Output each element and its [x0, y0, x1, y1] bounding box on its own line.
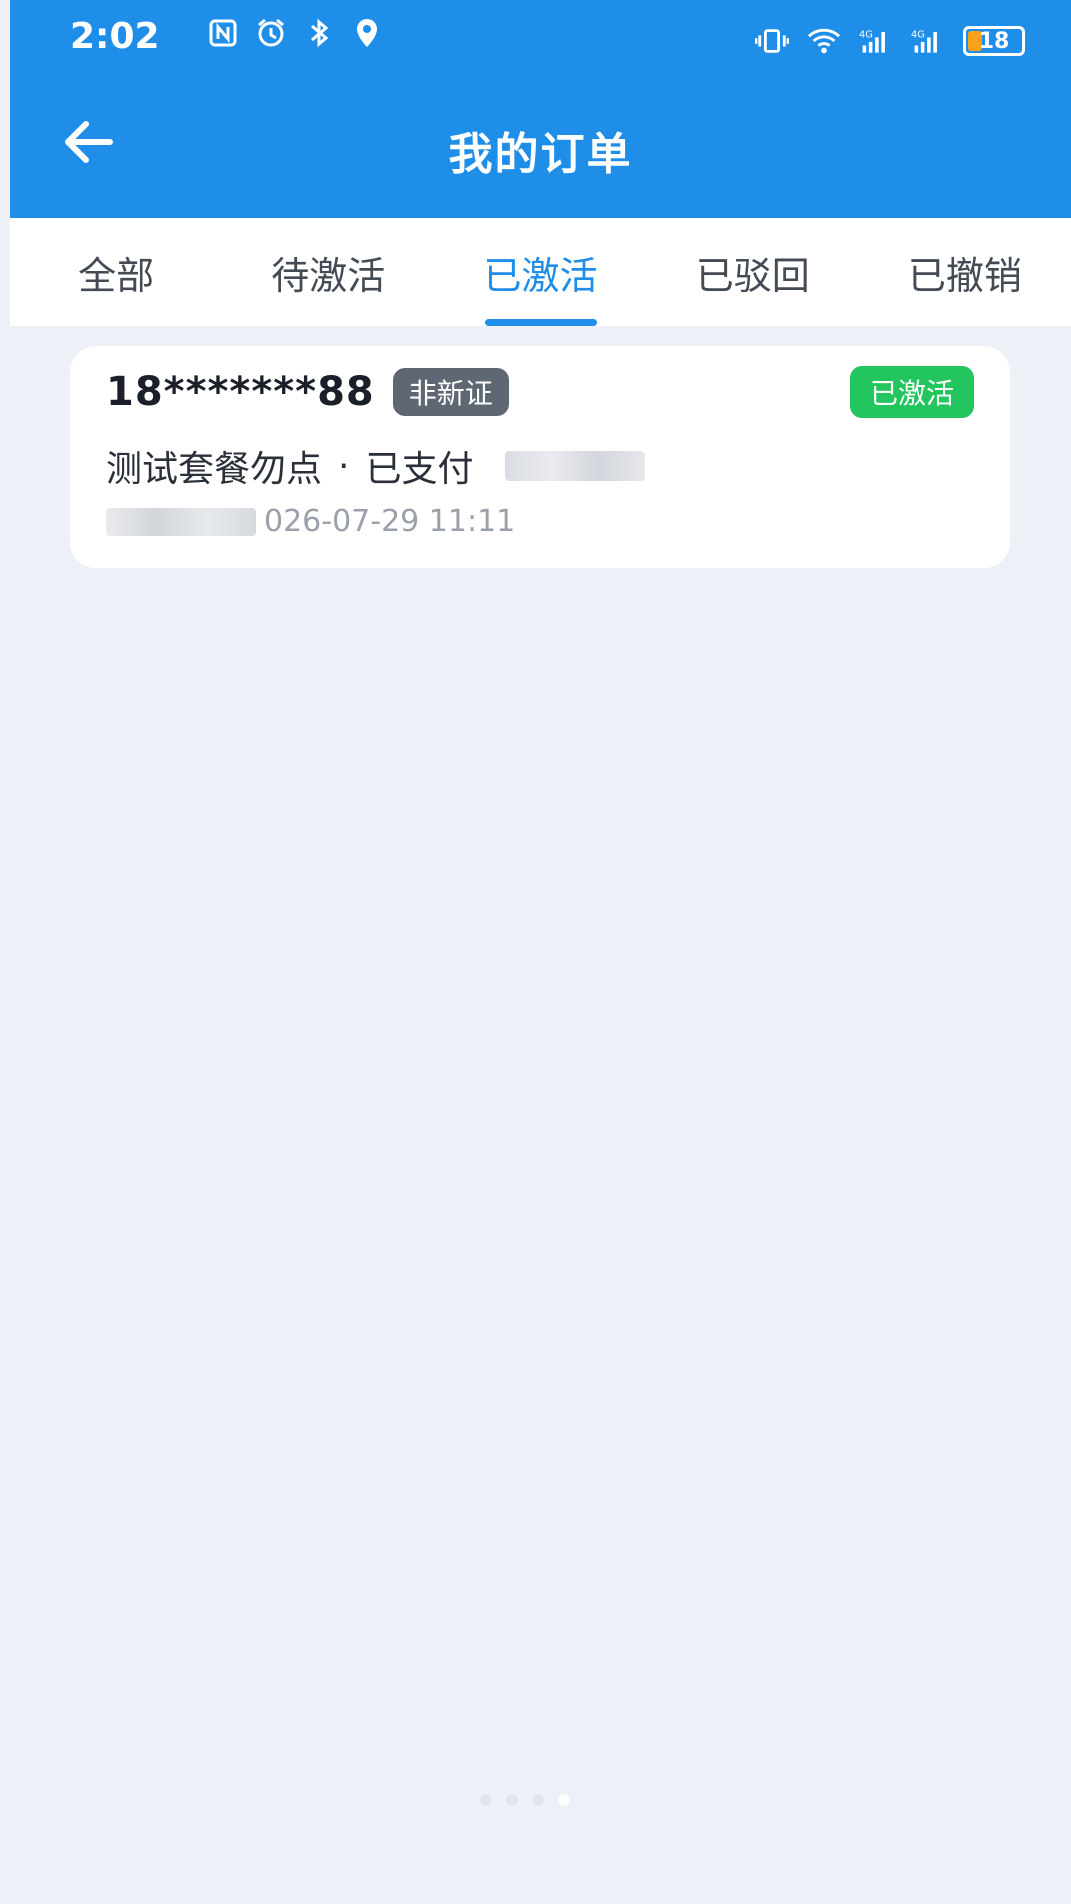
order-card[interactable]: 18*******88 非新证 已激活 测试套餐勿点 · 已支付 026-07-…	[70, 346, 1010, 568]
order-package-row: 测试套餐勿点 · 已支付	[106, 440, 974, 492]
order-tabs: 全部 待激活 已激活 已驳回 已撤销	[10, 218, 1071, 326]
page-dot	[480, 1794, 492, 1806]
tab-label: 已撤销	[907, 253, 1022, 298]
separator-dot: ·	[338, 445, 350, 487]
vibrate-icon	[755, 24, 789, 58]
battery-level: 18	[978, 28, 1010, 54]
tab-label: 已驳回	[695, 253, 810, 298]
location-icon	[350, 16, 384, 50]
app-header: 2:02 4G 4G 18 我的订单	[10, 0, 1071, 218]
screen: 2:02 4G 4G 18 我的订单 全部 待激活 已激活 已驳回 已撤销 18…	[0, 0, 1071, 1904]
redacted-block	[505, 451, 646, 481]
battery-indicator: 18	[963, 26, 1025, 56]
page-indicator	[480, 1794, 570, 1806]
status-left-icons	[206, 16, 384, 50]
page-dot-active	[558, 1794, 570, 1806]
signal-4g-icon: 4G	[911, 24, 945, 58]
page-dot	[506, 1794, 518, 1806]
tab-label: 待激活	[271, 253, 386, 298]
order-tag-badge: 非新证	[392, 368, 509, 416]
tab-pending-activation[interactable]: 待激活	[222, 218, 434, 326]
status-badge: 已激活	[849, 366, 974, 418]
order-package-name: 测试套餐勿点	[106, 449, 323, 490]
order-payment-status: 已支付	[365, 449, 474, 490]
status-bar: 2:02 4G 4G 18	[10, 0, 1071, 90]
tab-revoked[interactable]: 已撤销	[859, 218, 1071, 326]
status-right-icons: 4G 4G 18	[755, 24, 1025, 58]
signal-4g-icon: 4G	[859, 24, 893, 58]
order-date-row: 026-07-29 11:11	[106, 504, 974, 539]
svg-text:4G: 4G	[911, 29, 925, 40]
status-time: 2:02	[70, 16, 160, 57]
tab-label: 已激活	[483, 253, 598, 298]
tab-all[interactable]: 全部	[10, 218, 222, 326]
tab-rejected[interactable]: 已驳回	[647, 218, 859, 326]
tab-activated[interactable]: 已激活	[434, 218, 646, 326]
active-tab-indicator	[484, 319, 597, 326]
bluetooth-icon	[302, 16, 336, 50]
order-date: 026-07-29 11:11	[264, 504, 516, 539]
nfc-icon	[206, 16, 240, 50]
page-title: 我的订单	[448, 129, 633, 180]
order-card-header: 18*******88 非新证 已激活	[106, 366, 974, 418]
alarm-icon	[254, 16, 288, 50]
tab-label: 全部	[78, 253, 155, 298]
page-dot	[532, 1794, 544, 1806]
wifi-icon	[807, 24, 841, 58]
svg-text:4G: 4G	[859, 29, 873, 40]
order-phone-number: 18*******88	[106, 369, 375, 415]
redacted-block	[106, 507, 256, 536]
